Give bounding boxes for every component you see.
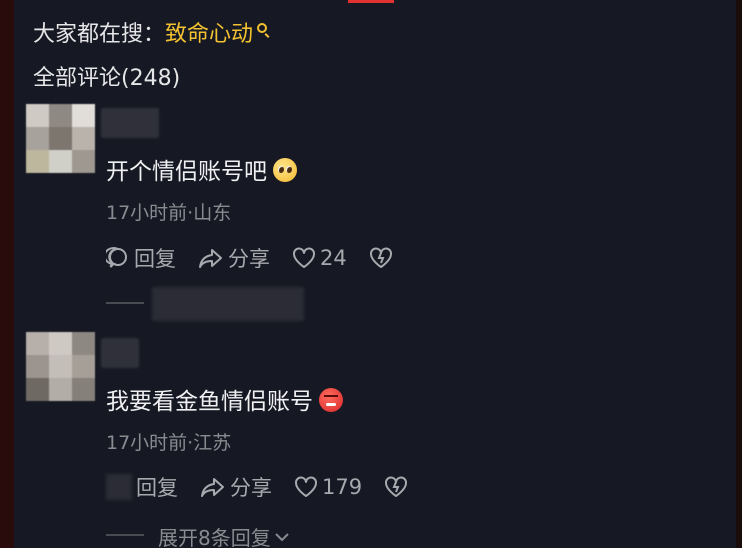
right-background-strip bbox=[736, 0, 742, 548]
reply-button[interactable]: 回复 bbox=[106, 243, 176, 273]
reply-divider bbox=[106, 534, 144, 536]
search-suggestion[interactable]: 大家都在搜：致命心动 bbox=[33, 16, 268, 48]
angry-face-icon bbox=[319, 388, 343, 412]
redacted-reply-icon bbox=[106, 474, 132, 500]
like-count: 179 bbox=[322, 475, 363, 499]
search-icon bbox=[257, 23, 268, 33]
avatar[interactable] bbox=[26, 332, 96, 402]
like-button[interactable]: 179 bbox=[294, 475, 362, 499]
search-prefix: 大家都在搜： bbox=[33, 22, 166, 47]
comment-meta: 17小时前·山东 bbox=[106, 202, 232, 224]
username-redacted[interactable] bbox=[101, 338, 139, 368]
avatar[interactable] bbox=[26, 104, 96, 174]
comments-count-title: 全部评论(248) bbox=[33, 66, 181, 91]
comment-text: 开个情侣账号吧 bbox=[106, 152, 297, 186]
comments-screen: 大家都在搜：致命心动 全部评论(248) 开个情侣账号吧 17小时前·山东 回复 bbox=[0, 0, 742, 548]
reply-bubble-icon bbox=[106, 247, 127, 268]
dislike-button[interactable] bbox=[369, 247, 397, 269]
broken-heart-icon bbox=[385, 476, 408, 497]
share-button[interactable]: 分享 bbox=[198, 243, 270, 273]
share-label: 分享 bbox=[230, 476, 272, 500]
comment-body: 开个情侣账号吧 bbox=[106, 159, 267, 185]
reply-divider bbox=[106, 302, 144, 304]
comment-meta: 17小时前·江苏 bbox=[106, 432, 232, 454]
share-arrow-icon bbox=[199, 249, 222, 268]
dislike-button[interactable] bbox=[384, 476, 412, 498]
reply-label: 回复 bbox=[136, 476, 178, 500]
pleading-face-icon bbox=[273, 158, 297, 182]
comment-actions: 回复 分享 24 bbox=[106, 243, 419, 273]
username-redacted[interactable] bbox=[101, 108, 159, 138]
share-arrow-icon bbox=[201, 478, 224, 497]
share-button[interactable]: 分享 bbox=[200, 472, 272, 502]
heart-icon bbox=[293, 247, 315, 268]
share-label: 分享 bbox=[228, 247, 270, 271]
top-accent-bar bbox=[348, 0, 394, 3]
redacted-reply-preview[interactable] bbox=[152, 287, 304, 321]
search-term-link[interactable]: 致命心动 bbox=[165, 22, 253, 47]
left-background-strip bbox=[0, 0, 14, 548]
like-count: 24 bbox=[320, 246, 347, 270]
like-button[interactable]: 24 bbox=[292, 246, 347, 270]
comment-body: 我要看金鱼情侣账号 bbox=[106, 389, 313, 415]
reply-label: 回复 bbox=[134, 247, 176, 271]
expand-replies-button[interactable]: 展开8条回复 bbox=[158, 522, 291, 548]
chevron-down-icon bbox=[275, 532, 289, 541]
broken-heart-icon bbox=[369, 247, 392, 268]
comment-text: 我要看金鱼情侣账号 bbox=[106, 382, 343, 416]
expand-replies-label: 展开8条回复 bbox=[158, 526, 271, 548]
reply-button[interactable]: 回复 bbox=[106, 472, 178, 502]
heart-icon bbox=[295, 476, 317, 497]
comment-actions: 回复 分享 179 bbox=[106, 472, 434, 502]
